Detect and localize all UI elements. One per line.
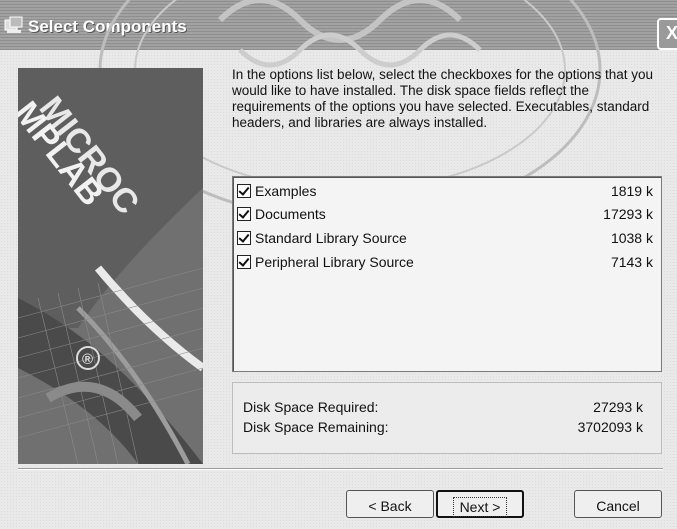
option-size: 1038 k: [610, 230, 653, 246]
product-banner-image: MICROC MPLAB ®: [18, 68, 203, 464]
next-button[interactable]: Next >: [436, 490, 524, 518]
option-size: 17293 k: [603, 206, 653, 222]
disk-space-required-value: 27293 k: [593, 399, 643, 415]
options-list[interactable]: Examples 1819 k Documents 17293 k Standa…: [232, 176, 662, 372]
cancel-button[interactable]: Cancel: [574, 490, 662, 518]
option-documents[interactable]: Documents 17293 k: [237, 204, 657, 224]
checkbox-checked-icon[interactable]: [237, 184, 251, 198]
option-examples[interactable]: Examples 1819 k: [237, 181, 657, 201]
back-button[interactable]: < Back: [346, 490, 434, 518]
title-bar[interactable]: Select Components X: [0, 0, 677, 50]
registered-mark: ®: [82, 351, 93, 368]
close-button[interactable]: X: [657, 18, 677, 50]
instructions-text: In the options list below, select the ch…: [232, 67, 654, 130]
option-standard-library-source[interactable]: Standard Library Source 1038 k: [237, 228, 657, 248]
disk-space-required-label: Disk Space Required:: [243, 399, 379, 415]
option-peripheral-library-source[interactable]: Peripheral Library Source 7143 k: [237, 252, 657, 272]
next-button-label: Next >: [452, 497, 508, 517]
option-label: Standard Library Source: [255, 230, 407, 246]
disk-space-remaining-row: Disk Space Remaining: 3702093 k: [243, 419, 643, 437]
option-label: Peripheral Library Source: [255, 254, 414, 270]
window-title: Select Components: [28, 17, 187, 36]
option-label: Documents: [255, 206, 326, 222]
divider: [18, 468, 663, 470]
disk-space-remaining-label: Disk Space Remaining:: [243, 419, 389, 435]
disk-space-panel: Disk Space Required: 27293 k Disk Space …: [232, 382, 662, 454]
setup-icon: [4, 16, 24, 34]
disk-space-required-row: Disk Space Required: 27293 k: [243, 399, 643, 417]
close-icon: X: [665, 23, 677, 43]
option-label: Examples: [255, 183, 317, 199]
option-size: 7143 k: [610, 254, 653, 270]
checkbox-checked-icon[interactable]: [237, 255, 251, 269]
checkbox-checked-icon[interactable]: [237, 207, 251, 221]
option-size: 1819 k: [610, 183, 653, 199]
checkbox-checked-icon[interactable]: [237, 231, 251, 245]
disk-space-remaining-value: 3702093 k: [577, 419, 643, 435]
